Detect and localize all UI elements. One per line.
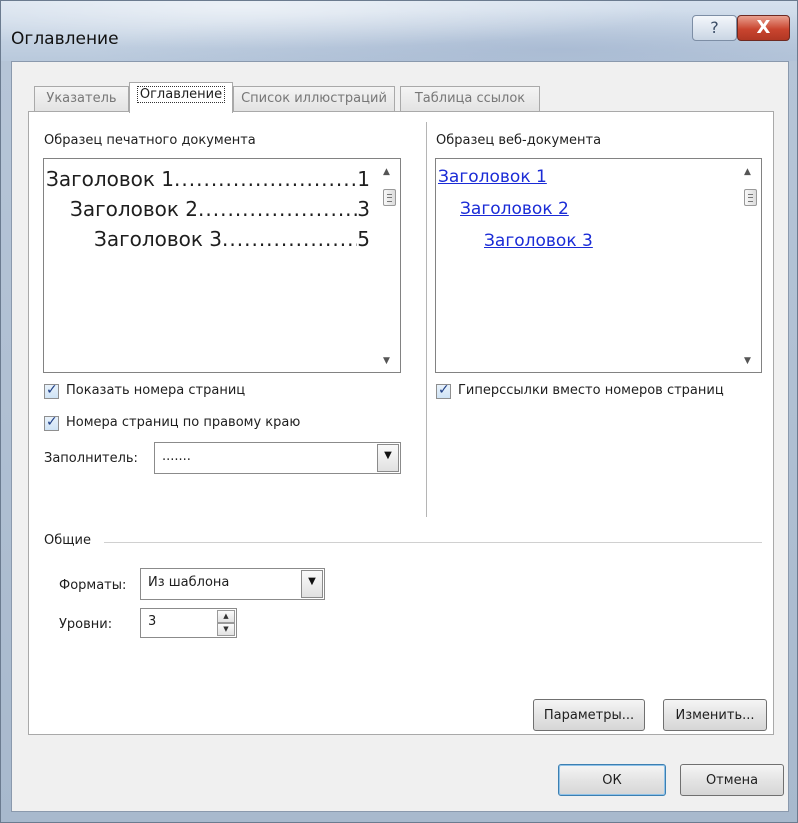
scroll-down-icon[interactable]: ▼ <box>383 356 390 366</box>
print-entry-2: Заголовок 2 3 <box>70 197 370 221</box>
arrow-down-icon[interactable]: ▼ <box>217 623 235 636</box>
print-entry-1-page: 1 <box>357 167 370 191</box>
question-icon: ? <box>710 18 719 37</box>
scroll-thumb[interactable] <box>383 189 396 206</box>
print-preview-label: Образец печатного документа <box>44 133 256 148</box>
formats-select-value: Из шаблона <box>148 575 230 590</box>
print-entry-1-text: Заголовок 1 <box>46 167 175 191</box>
print-entry-1: Заголовок 1 1 <box>46 167 370 191</box>
web-link-2[interactable]: Заголовок 2 <box>460 199 569 219</box>
chevron-down-icon[interactable]: ▼ <box>377 444 399 472</box>
title-bar: Оглавление ? X <box>1 1 797 61</box>
levels-value[interactable]: 3 <box>148 614 156 629</box>
toc-tab-page: Образец печатного документа Заголовок 1 … <box>28 111 774 735</box>
leader-select-value: ....... <box>162 449 191 464</box>
show-page-numbers-checkbox[interactable] <box>44 382 59 399</box>
arrow-up-icon[interactable]: ▲ <box>217 610 235 623</box>
right-align-label[interactable]: Номера страниц по правому краю <box>66 415 300 430</box>
leader-dots <box>174 167 357 191</box>
levels-label: Уровни: <box>59 617 113 632</box>
leader-dots <box>222 227 357 251</box>
levels-stepper[interactable]: 3 ▲ ▼ <box>140 608 237 638</box>
print-entry-2-text: Заголовок 2 <box>70 197 199 221</box>
scroll-up-icon[interactable]: ▲ <box>744 167 751 177</box>
print-preview-box: Заголовок 1 1 Заголовок 2 3 Заголовок 3 … <box>43 158 401 373</box>
levels-spin-buttons: ▲ ▼ <box>217 610 235 636</box>
general-section-label: Общие <box>44 533 91 548</box>
options-button[interactable]: Параметры... <box>533 699 645 731</box>
hyperlinks-checkbox[interactable] <box>436 382 451 399</box>
leader-select[interactable]: ....... ▼ <box>154 442 401 474</box>
column-divider <box>426 122 427 517</box>
web-link-3[interactable]: Заголовок 3 <box>484 231 593 251</box>
tab-authorities-label: Таблица ссылок <box>414 91 526 106</box>
help-button[interactable]: ? <box>692 15 737 41</box>
print-preview-scrollbar[interactable]: ▲ ▼ <box>380 159 400 372</box>
tab-toc-label: Оглавление <box>136 86 226 103</box>
leader-dots <box>198 197 357 221</box>
window-title: Оглавление <box>11 29 119 49</box>
hyperlinks-label[interactable]: Гиперссылки вместо номеров страниц <box>458 383 724 398</box>
ok-button[interactable]: ОК <box>558 764 666 796</box>
print-entry-3-page: 5 <box>357 227 370 251</box>
tab-figures[interactable]: Список иллюстраций <box>233 86 395 112</box>
leader-label: Заполнитель: <box>44 451 138 466</box>
print-entry-2-page: 3 <box>357 197 370 221</box>
modify-button[interactable]: Изменить... <box>663 699 767 731</box>
cancel-button[interactable]: Отмена <box>680 764 784 796</box>
tab-index-label: Указатель <box>46 91 117 106</box>
show-page-numbers-label[interactable]: Показать номера страниц <box>66 383 245 398</box>
tab-figures-label: Список иллюстраций <box>241 91 387 106</box>
right-align-checkbox[interactable] <box>44 414 59 431</box>
print-entry-3-text: Заголовок 3 <box>94 227 223 251</box>
print-entry-3: Заголовок 3 5 <box>94 227 370 251</box>
formats-label: Форматы: <box>59 578 127 593</box>
tab-authorities[interactable]: Таблица ссылок <box>400 86 540 112</box>
scroll-up-icon[interactable]: ▲ <box>383 167 390 177</box>
formats-select[interactable]: Из шаблона ▼ <box>140 568 325 600</box>
web-link-1[interactable]: Заголовок 1 <box>438 167 547 187</box>
chevron-down-icon[interactable]: ▼ <box>301 570 323 598</box>
web-preview-label: Образец веб-документа <box>436 133 602 148</box>
web-preview-scrollbar[interactable]: ▲ ▼ <box>741 159 761 372</box>
general-section-divider <box>104 542 762 543</box>
web-preview-box: Заголовок 1 Заголовок 2 Заголовок 3 ▲ ▼ <box>435 158 762 373</box>
tab-toc[interactable]: Оглавление <box>129 82 233 113</box>
tab-index[interactable]: Указатель <box>34 86 129 112</box>
close-button[interactable]: X <box>737 15 790 41</box>
toc-dialog: Оглавление ? X Указатель Оглавление Спис… <box>0 0 798 823</box>
scroll-down-icon[interactable]: ▼ <box>744 356 751 366</box>
scroll-thumb[interactable] <box>744 189 757 206</box>
dialog-body: Указатель Оглавление Список иллюстраций … <box>11 61 789 812</box>
close-icon: X <box>756 17 771 38</box>
